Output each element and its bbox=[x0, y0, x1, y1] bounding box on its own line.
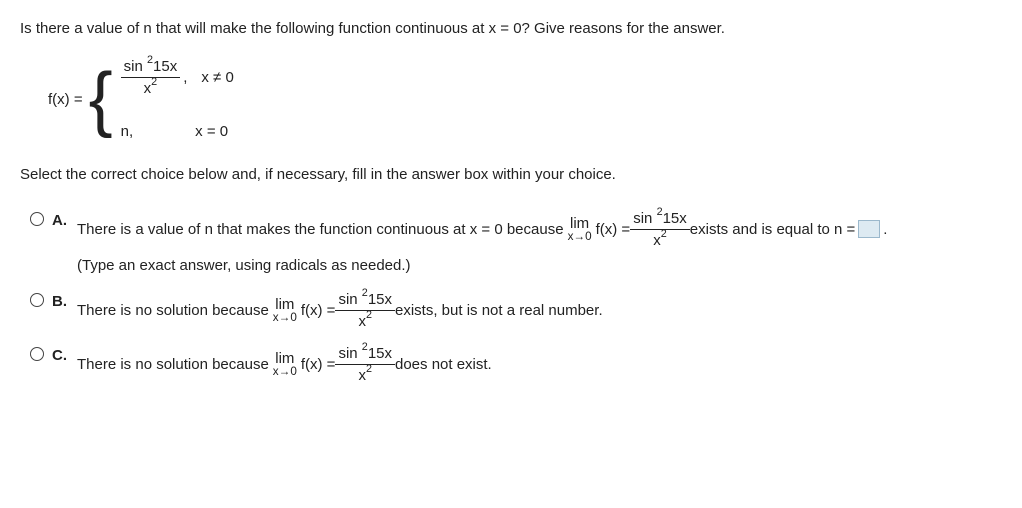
question-text: Is there a value of n that will make the… bbox=[20, 18, 1002, 39]
case-2: n, x = 0 bbox=[121, 121, 234, 142]
arg-15x: 15x bbox=[153, 58, 177, 75]
choice-b-text: There is no solution because lim x→0 f(x… bbox=[77, 290, 1002, 330]
radio-b[interactable] bbox=[30, 293, 44, 307]
case-1: sin 215x x2 , x ≠ 0 bbox=[121, 57, 234, 97]
choice-a-label: A. bbox=[52, 210, 67, 231]
choice-b-label: B. bbox=[52, 291, 67, 312]
choice-c: C. There is no solution because lim x→0 … bbox=[30, 344, 1002, 384]
comma: , bbox=[183, 67, 187, 88]
lim-sub: x→0 bbox=[568, 231, 592, 243]
cond-xeq0: x = 0 bbox=[195, 121, 228, 142]
choice-a: A. There is a value of n that makes the … bbox=[30, 209, 1002, 276]
instruction-text: Select the correct choice below and, if … bbox=[20, 164, 1002, 185]
sin-label: sin bbox=[124, 58, 143, 75]
choice-a-hint: (Type an exact answer, using radicals as… bbox=[77, 255, 1002, 276]
radio-c[interactable] bbox=[30, 347, 44, 361]
exp-2-den: 2 bbox=[151, 76, 157, 88]
choices-container: A. There is a value of n that makes the … bbox=[20, 209, 1002, 384]
choice-c-label: C. bbox=[52, 345, 67, 366]
lim-label: lim bbox=[570, 216, 589, 231]
radio-a[interactable] bbox=[30, 212, 44, 226]
left-brace: { bbox=[89, 67, 113, 132]
choice-c-text: There is no solution because lim x→0 f(x… bbox=[77, 344, 1002, 384]
exp-2: 2 bbox=[147, 54, 153, 66]
answer-input-a[interactable] bbox=[858, 220, 880, 238]
cond-xne0: x ≠ 0 bbox=[201, 67, 233, 88]
fx-label: f(x) = bbox=[48, 89, 83, 110]
n-label: n, bbox=[121, 121, 134, 142]
choice-b: B. There is no solution because lim x→0 … bbox=[30, 290, 1002, 330]
choice-a-text: There is a value of n that makes the fun… bbox=[77, 209, 1002, 249]
function-definition: f(x) = { sin 215x x2 , x ≠ 0 n, x = 0 bbox=[48, 57, 1002, 142]
